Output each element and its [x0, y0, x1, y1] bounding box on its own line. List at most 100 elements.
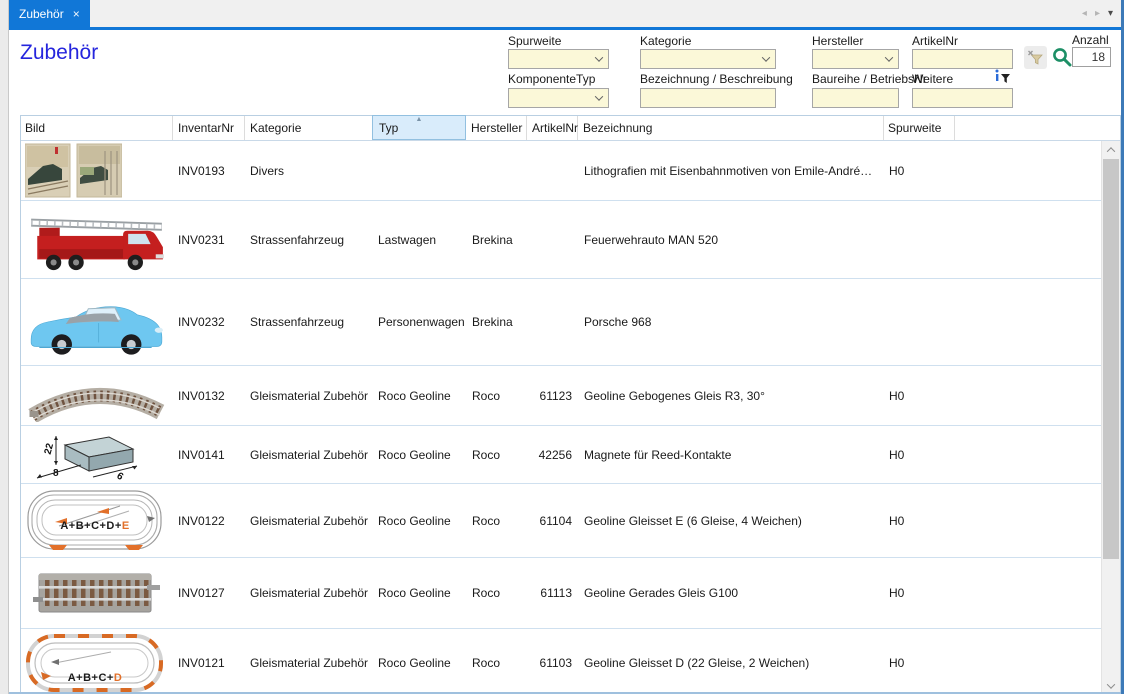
vertical-scrollbar[interactable]	[1101, 141, 1120, 694]
hersteller-cell: Roco	[467, 629, 528, 694]
chevron-down-icon	[1107, 680, 1115, 688]
column-header-bild[interactable]: Bild	[21, 116, 173, 140]
hersteller-cell: Roco	[467, 484, 528, 557]
column-header-bezeichnung[interactable]: Bezeichnung	[578, 116, 884, 140]
baureihe-input[interactable]	[812, 88, 899, 108]
filler-cell	[956, 366, 1120, 425]
artikelnr-cell: 61113	[528, 558, 579, 628]
magnet-height-dim: 22	[43, 441, 57, 455]
bild-cell	[21, 141, 173, 200]
table-row[interactable]: INV0231 Strassenfahrzeug Lastwagen Breki…	[21, 201, 1120, 279]
hersteller-label: Hersteller	[812, 34, 863, 48]
track-plan-e-image: A+B+C+D+E	[25, 488, 165, 554]
tab-list-dropdown-icon[interactable]: ▾	[1108, 8, 1113, 19]
app-window: Zubehör × ◂ ▸ ▾ Zubehör Spurweite Katego…	[0, 0, 1124, 694]
kategorie-cell: Gleismaterial Zubehör	[245, 484, 373, 557]
sort-ascending-icon: ▲	[416, 116, 423, 123]
artikelnr-label: ArtikelNr	[912, 34, 958, 48]
tab-nav: ◂ ▸ ▾	[1082, 0, 1113, 27]
clear-filter-button[interactable]	[1024, 46, 1047, 69]
track-plan-d-drawing	[25, 632, 165, 694]
column-header-artikelnr[interactable]: ArtikelNr	[527, 116, 578, 140]
hersteller-cell: Roco	[467, 558, 528, 628]
bild-cell: A+B+C+D+E	[21, 484, 173, 557]
baureihe-label: Baureihe / BetriebsNr	[812, 72, 927, 86]
red-fire-truck-image	[25, 204, 168, 276]
clear-filter-icon	[1027, 49, 1044, 66]
lithographs-steam-trains-image	[25, 143, 122, 198]
tab-close-icon[interactable]: ×	[73, 8, 80, 20]
weitere-input[interactable]	[912, 88, 1013, 108]
spurweite-cell	[885, 279, 956, 365]
scroll-tabs-right-icon[interactable]: ▸	[1095, 8, 1100, 19]
tab-zubehoer[interactable]: Zubehör ×	[9, 0, 90, 27]
hersteller-combo[interactable]	[812, 49, 899, 69]
track-plan-d-image: A+B+C+D	[25, 632, 165, 694]
kategorie-combo[interactable]	[640, 49, 776, 69]
scroll-up-button[interactable]	[1102, 141, 1120, 158]
table-row[interactable]: INV0193 Divers Lithografien mit Eisenbah…	[21, 141, 1120, 201]
magnet-depth-dim: 6	[115, 470, 126, 481]
blue-convertible-car-image	[25, 282, 168, 362]
bezeichnung-input[interactable]	[640, 88, 776, 108]
spurweite-combo[interactable]	[508, 49, 609, 69]
artikelnr-input[interactable]	[912, 49, 1013, 69]
tab-label: Zubehör	[19, 7, 64, 21]
typ-cell: Roco Geoline	[373, 484, 467, 557]
spurweite-cell: H0	[885, 426, 956, 483]
bezeichnung-cell: Magnete für Reed-Kontakte	[579, 426, 885, 483]
column-header-hersteller[interactable]: Hersteller	[466, 116, 527, 140]
column-header-inventarnr[interactable]: InventarNr	[173, 116, 245, 140]
tab-bar: Zubehör × ◂ ▸ ▾	[9, 0, 1121, 27]
table-row[interactable]: 22 8 6 INV0141 Gleismaterial Zubehör Roc…	[21, 426, 1120, 484]
column-header-kategorie[interactable]: Kategorie	[245, 116, 373, 140]
search-icon	[1051, 46, 1072, 67]
artikelnr-cell: 61103	[528, 629, 579, 694]
scrollbar-thumb[interactable]	[1103, 159, 1119, 559]
inventarnr-cell: INV0127	[173, 558, 245, 628]
advanced-filter-button[interactable]	[992, 68, 1012, 86]
table-row[interactable]: A+B+C+D INV0121 Gleismaterial Zubehör Ro…	[21, 629, 1120, 694]
table-row[interactable]: INV0127 Gleismaterial Zubehör Roco Geoli…	[21, 558, 1120, 629]
spurweite-cell	[885, 201, 956, 278]
chevron-down-icon	[885, 53, 893, 61]
bezeichnung-cell: Geoline Gebogenes Gleis R3, 30°	[579, 366, 885, 425]
inventarnr-cell: INV0122	[173, 484, 245, 557]
chevron-down-icon	[762, 53, 770, 61]
scroll-tabs-left-icon[interactable]: ◂	[1082, 8, 1087, 19]
column-header-typ[interactable]: ▲ Typ	[372, 115, 466, 140]
komponententyp-combo[interactable]	[508, 88, 609, 108]
filler-cell	[956, 484, 1120, 557]
chevron-down-icon	[595, 92, 603, 100]
inventarnr-cell: INV0132	[173, 366, 245, 425]
search-button[interactable]	[1049, 44, 1073, 68]
inventarnr-cell: INV0231	[173, 201, 245, 278]
bild-cell: A+B+C+D	[21, 629, 173, 694]
artikelnr-cell	[528, 201, 579, 278]
hersteller-cell: Brekina	[467, 279, 528, 365]
komponententyp-label: KomponenteTyp	[508, 72, 595, 86]
table-row[interactable]: INV0232 Strassenfahrzeug Personenwagen B…	[21, 279, 1120, 366]
hersteller-cell	[467, 141, 528, 200]
hersteller-cell: Roco	[467, 366, 528, 425]
table-row[interactable]: A+B+C+D+E INV0122 Gleismaterial Zubehör …	[21, 484, 1120, 558]
anzahl-value: 18	[1072, 47, 1111, 67]
filler-cell	[956, 558, 1120, 628]
track-plan-d-label: A+B+C+D	[25, 672, 165, 684]
filler-cell	[956, 426, 1120, 483]
hersteller-cell: Brekina	[467, 201, 528, 278]
column-header-spurweite[interactable]: Spurweite	[884, 116, 955, 140]
typ-cell: Roco Geoline	[373, 426, 467, 483]
typ-cell: Roco Geoline	[373, 558, 467, 628]
grid-header-row: Bild InventarNr Kategorie ▲ Typ Herstell…	[21, 116, 1120, 141]
chevron-down-icon	[595, 53, 603, 61]
bild-cell	[21, 558, 173, 628]
typ-cell: Roco Geoline	[373, 366, 467, 425]
column-header-filler	[955, 116, 1120, 140]
page-title: Zubehör	[20, 41, 98, 65]
typ-cell: Lastwagen	[373, 201, 467, 278]
curved-track-image	[25, 370, 168, 422]
artikelnr-cell: 61123	[528, 366, 579, 425]
kategorie-cell: Strassenfahrzeug	[245, 279, 373, 365]
table-row[interactable]: INV0132 Gleismaterial Zubehör Roco Geoli…	[21, 366, 1120, 426]
